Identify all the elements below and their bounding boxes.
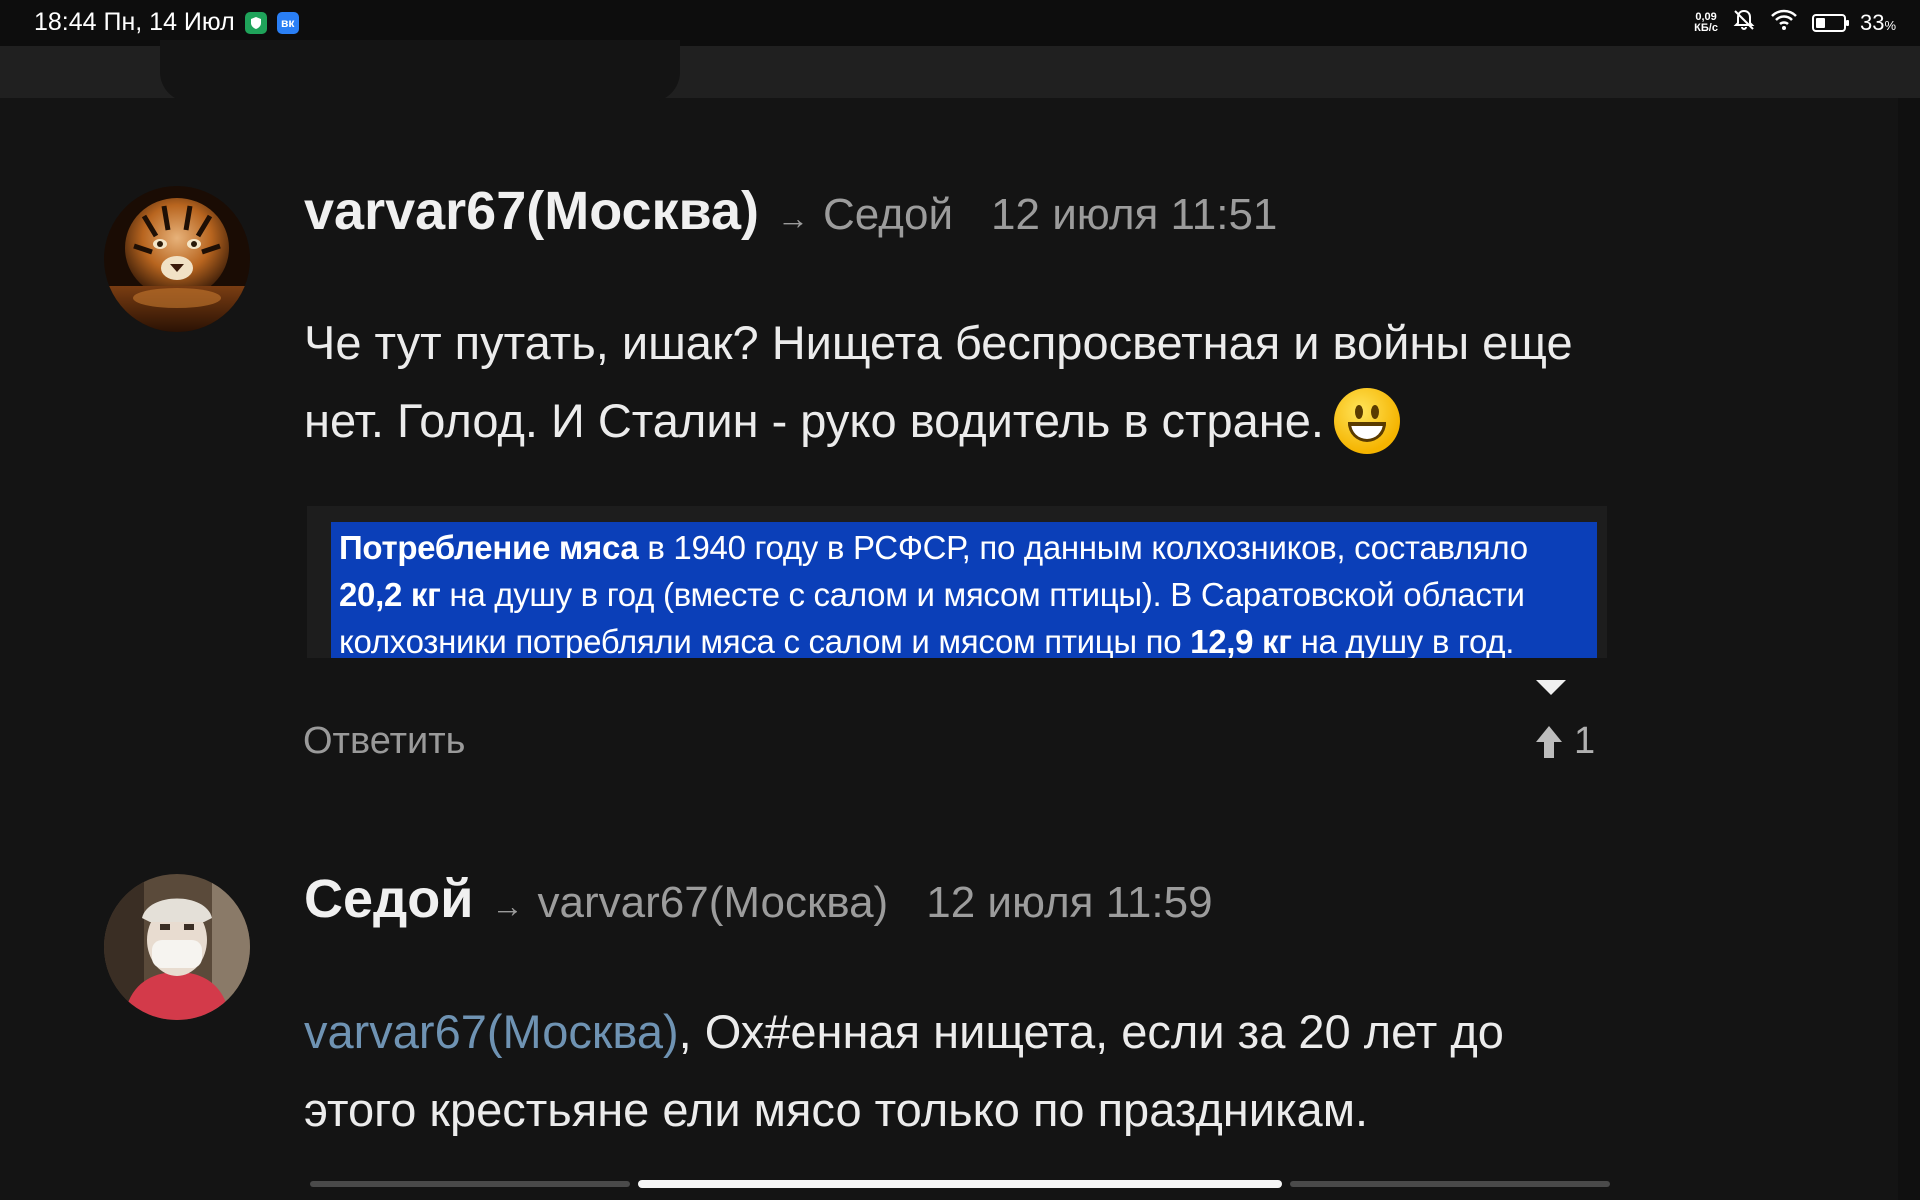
upvote-arrow-icon[interactable] xyxy=(1534,724,1564,760)
user-avatar-image xyxy=(104,874,250,1020)
reply-button[interactable]: Ответить xyxy=(303,720,465,763)
reply-arrow-icon: → xyxy=(491,888,524,924)
scroll-segment xyxy=(310,1181,630,1187)
comment-text: varvar67(Москва), Ох#енная нищета, если … xyxy=(304,993,1624,1149)
downvote-icon[interactable] xyxy=(1536,680,1566,695)
battery-percent: 33% xyxy=(1860,10,1896,36)
network-speed: 0,09 КБ/с xyxy=(1694,12,1718,34)
toolbar-pill xyxy=(160,40,680,102)
scroll-thumb[interactable] xyxy=(638,1180,1282,1188)
comment-header: Седой → varvar67(Москва) 12 июля 11:59 xyxy=(304,868,1213,930)
quote-bold-3: 12,9 кг xyxy=(1190,623,1292,658)
wifi-icon xyxy=(1770,9,1798,37)
network-speed-unit: КБ/с xyxy=(1694,22,1718,34)
quote-text-3: на душу в год. xyxy=(1291,623,1515,658)
mention-link[interactable]: varvar67(Москва) xyxy=(304,1005,679,1058)
author-name[interactable]: varvar67(Москва) xyxy=(304,180,759,242)
status-right: 0,09 КБ/с 33% xyxy=(1694,8,1896,38)
avatar[interactable] xyxy=(104,874,250,1020)
quote-text: Потребление мяса в 1940 году в РСФСР, по… xyxy=(331,522,1597,658)
battery-icon xyxy=(1811,14,1849,32)
bell-muted-icon xyxy=(1732,8,1756,38)
quote-bold-1: Потребление мяса xyxy=(339,529,639,566)
quote-image[interactable]: Потребление мяса в 1940 году в РСФСР, по… xyxy=(307,506,1607,658)
upvote-control[interactable]: 1 xyxy=(1534,720,1595,763)
grinning-face-emoji-icon xyxy=(1333,387,1400,454)
quote-bold-2: 20,2 кг xyxy=(339,576,441,613)
reply-arrow-icon: → xyxy=(777,200,810,236)
comment-timestamp[interactable]: 12 июля 11:51 xyxy=(991,190,1277,240)
battery-percent-sign: % xyxy=(1884,18,1896,33)
battery-percent-value: 33 xyxy=(1859,10,1885,35)
right-edge-bar xyxy=(1898,98,1920,1200)
status-time-date: 18:44 Пн, 14 Июл xyxy=(34,8,235,36)
reply-to-name[interactable]: varvar67(Москва) xyxy=(538,878,889,928)
comment-text: Че тут путать, ишак? Нищета беспросветна… xyxy=(304,304,1624,460)
shield-icon xyxy=(244,11,267,34)
status-left: 18:44 Пн, 14 Июл вк xyxy=(34,8,299,37)
tiger-avatar-image xyxy=(104,186,250,332)
top-toolbar xyxy=(0,40,1920,102)
vk-icon: вк xyxy=(276,11,299,34)
battery-fill xyxy=(1815,18,1825,28)
comment-header: varvar67(Москва) → Седой 12 июля 11:51 xyxy=(304,180,1277,242)
vote-count: 1 xyxy=(1574,720,1596,762)
scroll-segment xyxy=(1290,1181,1610,1187)
reply-to-name[interactable]: Седой xyxy=(823,190,953,240)
quote-text-1: в 1940 году в РСФСР, по данным колхозник… xyxy=(638,529,1528,566)
scroll-indicator[interactable] xyxy=(310,1180,1610,1188)
comment-timestamp[interactable]: 12 июля 11:59 xyxy=(926,878,1212,928)
author-name[interactable]: Седой xyxy=(304,868,474,930)
avatar[interactable] xyxy=(104,186,250,332)
